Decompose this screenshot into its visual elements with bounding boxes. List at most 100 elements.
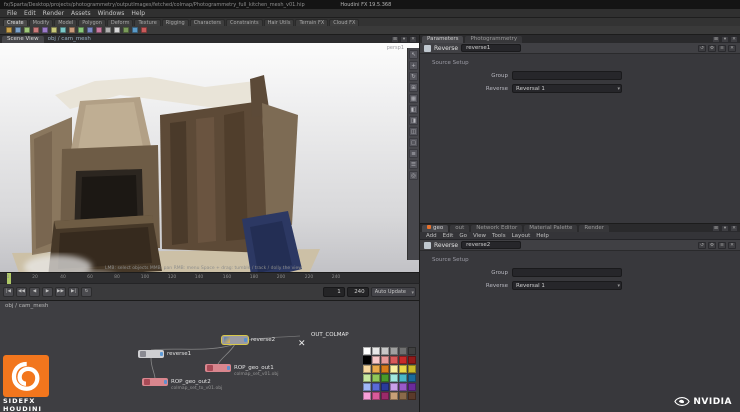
- color-swatch[interactable]: [363, 365, 371, 373]
- menu-help[interactable]: Help: [128, 10, 148, 17]
- auto-update-dropdown[interactable]: Auto Update: [371, 287, 416, 297]
- shelf-tool-icon[interactable]: [132, 27, 138, 33]
- layout-tool-icon[interactable]: ⊞: [409, 83, 418, 92]
- node-body[interactable]: [138, 350, 164, 358]
- shade-right-icon[interactable]: ◨: [409, 116, 418, 125]
- pane-split-icon[interactable]: ⊞: [712, 225, 720, 232]
- shade-left-icon[interactable]: ◧: [409, 105, 418, 114]
- pane-tab-parameters[interactable]: Parameters: [422, 36, 463, 43]
- shelf-tab[interactable]: Cloud FX: [329, 19, 359, 26]
- menu-view[interactable]: View: [471, 233, 488, 239]
- step-back-button[interactable]: ◀: [29, 287, 40, 297]
- color-swatch[interactable]: [408, 365, 416, 373]
- scene-viewport[interactable]: persp1 ↖ + ↻ ⊞ ▦ ◧ ◨ ◫ ▢ ≡ ☰ ◎ LMB: sele…: [0, 43, 420, 272]
- gear-icon[interactable]: ⚙: [708, 242, 716, 249]
- shelf-tab[interactable]: Constraints: [226, 19, 263, 26]
- color-swatch[interactable]: [390, 383, 398, 391]
- color-swatch[interactable]: [390, 347, 398, 355]
- frame-view-icon[interactable]: ▢: [409, 138, 418, 147]
- undo-icon[interactable]: ↺: [698, 45, 706, 52]
- color-swatch[interactable]: [381, 347, 389, 355]
- color-swatch[interactable]: [399, 392, 407, 400]
- snapshot-icon[interactable]: ◎: [409, 171, 418, 180]
- shelf-tool-icon[interactable]: [60, 27, 66, 33]
- network-editor[interactable]: obj / cam_mesh reverse2 reverse1 ✕ OUT_C…: [0, 300, 420, 412]
- menu-assets[interactable]: Assets: [68, 10, 94, 17]
- pane-split-icon[interactable]: ⊞: [712, 36, 720, 43]
- play-button[interactable]: ▶: [42, 287, 53, 297]
- color-swatch[interactable]: [408, 374, 416, 382]
- viewport-camera-label[interactable]: persp1: [387, 45, 404, 51]
- color-swatch[interactable]: [408, 383, 416, 391]
- pane-tab-network-editor[interactable]: Network Editor: [471, 225, 522, 232]
- shelf-tab[interactable]: Rigging: [162, 19, 189, 26]
- color-swatch[interactable]: [363, 347, 371, 355]
- color-swatch[interactable]: [381, 365, 389, 373]
- node-name-field[interactable]: reverse2: [461, 241, 521, 249]
- color-swatch[interactable]: [390, 392, 398, 400]
- node-body[interactable]: [205, 364, 231, 372]
- pane-close-icon[interactable]: ✕: [409, 36, 417, 43]
- shelf-tab[interactable]: Characters: [190, 19, 225, 26]
- color-swatch[interactable]: [372, 383, 380, 391]
- shelf-tool-icon[interactable]: [123, 27, 129, 33]
- next-key-button[interactable]: ▶▶: [55, 287, 66, 297]
- shelf-tool-icon[interactable]: [42, 27, 48, 33]
- split-view-icon[interactable]: ◫: [409, 127, 418, 136]
- shelf-tool-icon[interactable]: [69, 27, 75, 33]
- select-tool-icon[interactable]: ↖: [409, 50, 418, 59]
- shelf-tool-icon[interactable]: [96, 27, 102, 33]
- viewport-context-path[interactable]: obj / cam_mesh: [48, 36, 91, 42]
- tab-scene-view[interactable]: Scene View: [2, 36, 44, 43]
- gear-icon[interactable]: ⚙: [708, 45, 716, 52]
- color-swatch[interactable]: [363, 383, 371, 391]
- shelf-tool-icon[interactable]: [6, 27, 12, 33]
- node-rop-geo-out2[interactable]: ROP_geo_out2 colmap_set_to_v01.obj: [142, 378, 168, 386]
- reverse-mode-dropdown[interactable]: Reversal 1: [512, 281, 622, 290]
- undo-icon[interactable]: ↺: [698, 242, 706, 249]
- shelf-tool-icon[interactable]: [33, 27, 39, 33]
- node-rop-geo-out1[interactable]: ROP_geo_out1 colmap_set_v01.obj: [205, 364, 231, 372]
- end-frame-field[interactable]: 240: [347, 287, 369, 297]
- reverse-mode-dropdown[interactable]: Reversal 1: [512, 84, 622, 93]
- pane-menu-icon[interactable]: ▾: [721, 36, 729, 43]
- menu-windows[interactable]: Windows: [95, 10, 128, 17]
- color-swatch[interactable]: [372, 374, 380, 382]
- color-swatch[interactable]: [399, 365, 407, 373]
- color-swatch[interactable]: [399, 374, 407, 382]
- shelf-tab[interactable]: Texture: [134, 19, 160, 26]
- color-swatch[interactable]: [372, 392, 380, 400]
- color-swatch[interactable]: [408, 356, 416, 364]
- display-options-icon[interactable]: ≡: [409, 149, 418, 158]
- shelf-tool-icon[interactable]: [24, 27, 30, 33]
- pane-tab-render[interactable]: Render: [579, 225, 609, 232]
- jump-end-button[interactable]: ▶|: [68, 287, 79, 297]
- menu-add[interactable]: Add: [424, 233, 439, 239]
- pane-tab-geo[interactable]: geo: [422, 225, 448, 232]
- node-reverse2[interactable]: reverse2: [222, 336, 248, 344]
- presets-menu-icon[interactable]: ≡: [718, 242, 726, 249]
- node-out-colmap[interactable]: ✕ OUT_COLMAP: [298, 331, 338, 339]
- network-breadcrumb[interactable]: obj / cam_mesh: [5, 303, 48, 309]
- rotate-tool-icon[interactable]: ↻: [409, 72, 418, 81]
- menu-help[interactable]: Help: [534, 233, 551, 239]
- shelf-tool-icon[interactable]: [141, 27, 147, 33]
- menu-options-icon[interactable]: ☰: [409, 160, 418, 169]
- shelf-tab[interactable]: Create: [3, 19, 28, 26]
- color-swatch[interactable]: [381, 392, 389, 400]
- shelf-tab[interactable]: Hair Utils: [264, 19, 295, 26]
- color-swatch[interactable]: [408, 392, 416, 400]
- color-swatch[interactable]: [408, 347, 416, 355]
- color-swatch[interactable]: [381, 383, 389, 391]
- menu-layout[interactable]: Layout: [510, 233, 533, 239]
- shelf-tab[interactable]: Modify: [29, 19, 54, 26]
- node-body[interactable]: [222, 336, 248, 344]
- loop-button[interactable]: ↻: [81, 287, 92, 297]
- null-node-icon[interactable]: ✕: [298, 339, 306, 349]
- pane-close-icon[interactable]: ✕: [730, 36, 738, 43]
- move-tool-icon[interactable]: +: [409, 61, 418, 70]
- grid-toggle-icon[interactable]: ▦: [409, 94, 418, 103]
- color-swatch[interactable]: [399, 383, 407, 391]
- color-swatch[interactable]: [399, 347, 407, 355]
- shelf-tool-icon[interactable]: [105, 27, 111, 33]
